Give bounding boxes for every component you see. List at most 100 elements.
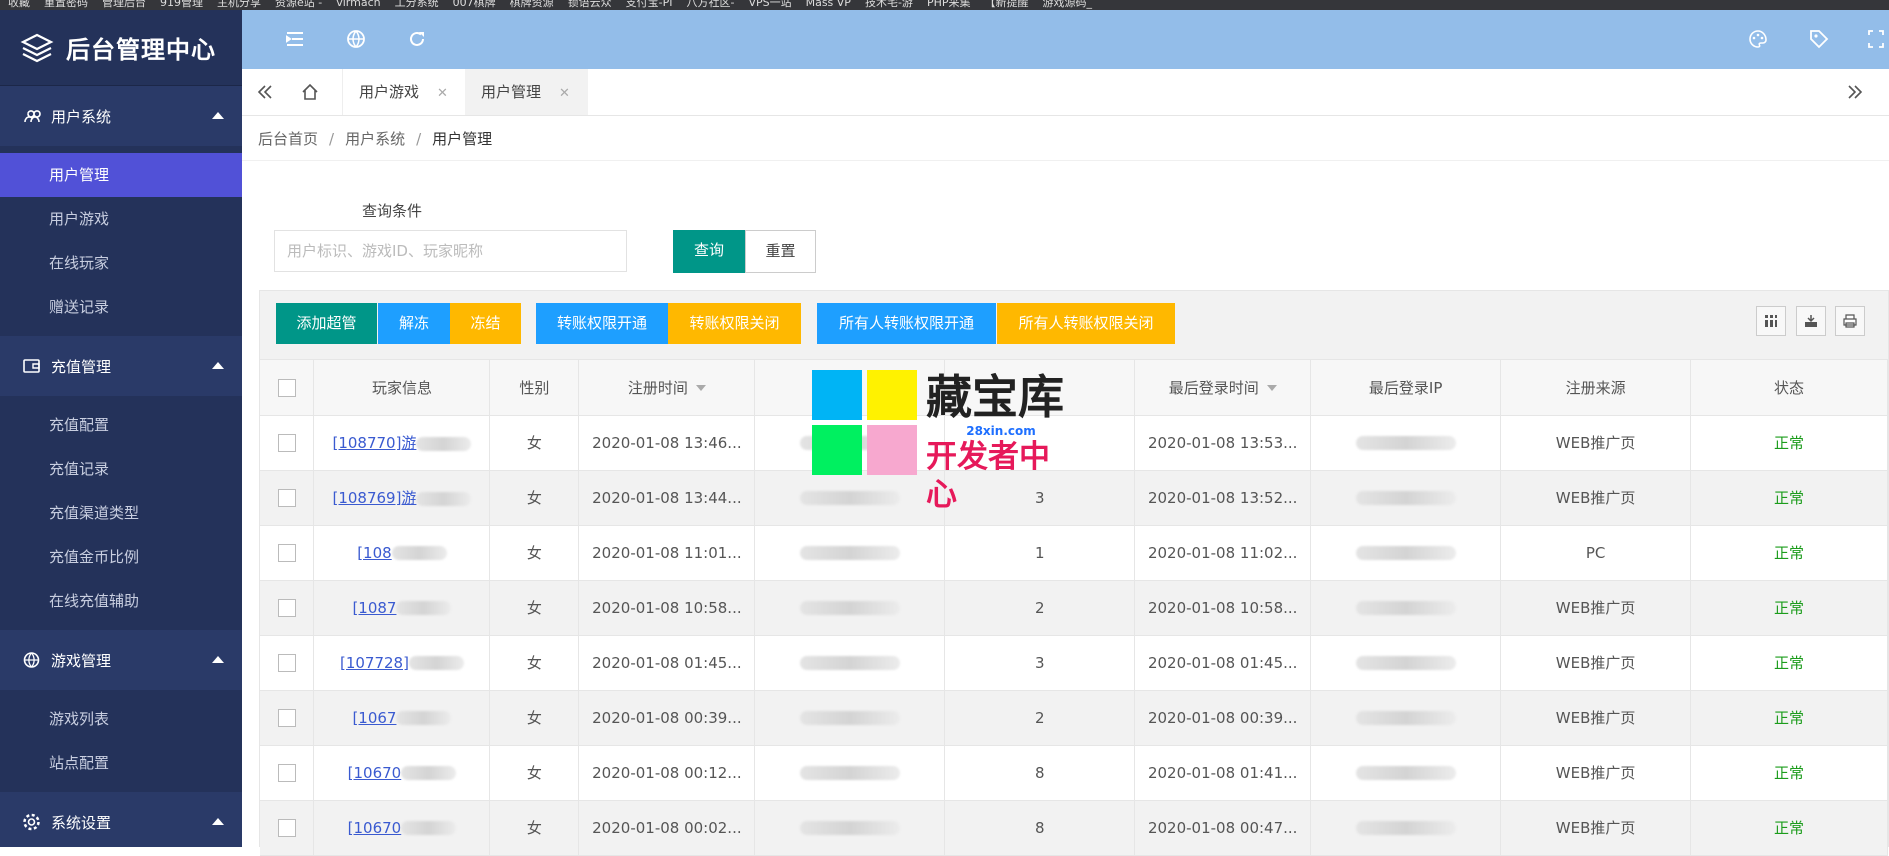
- close-icon[interactable]: ✕: [437, 86, 448, 101]
- sidebar-item[interactable]: 充值金币比例: [0, 535, 242, 579]
- menu-fold-icon[interactable]: [284, 28, 306, 50]
- table-row[interactable]: [108 女 2020-01-08 11:01... 1 2020-01-08 11:0…: [260, 525, 1888, 581]
- fullscreen-icon[interactable]: [1867, 28, 1885, 50]
- sort-icon[interactable]: [695, 385, 706, 392]
- bookmark-item[interactable]: Mass VP: [806, 0, 851, 10]
- bookmark-item[interactable]: 锁语云众: [568, 0, 612, 10]
- table-row[interactable]: [107728] 女 2020-01-08 01:45... 3 2020-01-08 …: [260, 635, 1888, 691]
- all-transfer-disable-button[interactable]: 所有人转账权限关闭: [997, 303, 1175, 344]
- tab-user-management[interactable]: 用户管理 ✕: [465, 69, 588, 115]
- bookmark-item[interactable]: 支付宝-PI: [626, 0, 673, 10]
- bookmark-item[interactable]: 技术宅-游: [865, 0, 913, 10]
- bookmark-item[interactable]: 919管理: [160, 0, 203, 10]
- player-cell[interactable]: [1067: [313, 690, 491, 746]
- sidebar-item[interactable]: 用户游戏: [0, 197, 242, 241]
- row-checkbox[interactable]: [277, 543, 296, 562]
- row-checkbox[interactable]: [277, 818, 296, 837]
- sidebar-item[interactable]: 站点配置: [0, 741, 242, 785]
- row-select-cell[interactable]: [260, 415, 315, 471]
- player-cell[interactable]: [108769]游: [313, 470, 491, 526]
- sidebar-group[interactable]: 游戏管理: [0, 630, 242, 690]
- export-icon[interactable]: [1796, 306, 1826, 336]
- bookmark-item[interactable]: virmach: [336, 0, 380, 10]
- row-select-cell[interactable]: [260, 745, 315, 801]
- columns-icon[interactable]: [1756, 306, 1786, 336]
- add-super-admin-button[interactable]: 添加超管: [276, 303, 377, 344]
- refresh-icon[interactable]: [406, 28, 428, 50]
- player-cell[interactable]: [108770]游: [313, 415, 491, 471]
- sidebar-item[interactable]: 充值渠道类型: [0, 491, 242, 535]
- sidebar-item[interactable]: 游戏列表: [0, 697, 242, 741]
- player-link[interactable]: [1087: [352, 599, 396, 617]
- player-link[interactable]: [10670: [348, 819, 402, 837]
- player-cell[interactable]: [10670: [313, 745, 491, 801]
- row-select-cell[interactable]: [260, 580, 315, 636]
- sidebar-item[interactable]: 在线玩家: [0, 241, 242, 285]
- sidebar-item[interactable]: 赠送记录: [0, 285, 242, 329]
- player-cell[interactable]: [1087: [313, 580, 491, 636]
- bookmark-item[interactable]: 游戏源码_: [1042, 0, 1092, 10]
- sidebar-group[interactable]: 用户系统: [0, 86, 242, 146]
- bookmark-item[interactable]: 007棋牌: [453, 0, 496, 10]
- row-checkbox[interactable]: [277, 433, 296, 452]
- table-row[interactable]: [1087 女 2020-01-08 10:58... 2 2020-01-08 10:…: [260, 580, 1888, 636]
- col-reg-time[interactable]: 注册时间: [578, 360, 756, 416]
- player-link[interactable]: [10670: [348, 764, 402, 782]
- table-row[interactable]: [10670 女 2020-01-08 00:12... 8 2020-01-08 01…: [260, 745, 1888, 801]
- player-link[interactable]: [107728]: [340, 654, 409, 672]
- select-all-cell[interactable]: [260, 360, 315, 416]
- player-link[interactable]: [108770]游: [332, 434, 416, 452]
- palette-icon[interactable]: [1747, 28, 1769, 50]
- breadcrumb-home[interactable]: 后台首页: [258, 130, 318, 148]
- transfer-disable-button[interactable]: 转账权限关闭: [668, 303, 801, 344]
- reset-button[interactable]: 重置: [745, 230, 816, 273]
- tabs-right-icon[interactable]: [1846, 83, 1864, 101]
- sidebar-logo[interactable]: 后台管理中心: [0, 10, 242, 86]
- player-cell[interactable]: [107728]: [313, 635, 491, 691]
- search-button[interactable]: 查询: [673, 230, 745, 273]
- player-link[interactable]: [108: [357, 544, 391, 562]
- search-input[interactable]: 用户标识、游戏ID、玩家昵称: [274, 230, 627, 272]
- player-link[interactable]: [108769]游: [332, 489, 416, 507]
- sidebar-item[interactable]: 充值配置: [0, 403, 242, 447]
- transfer-enable-button[interactable]: 转账权限开通: [536, 303, 668, 344]
- player-link[interactable]: [1067: [352, 709, 396, 727]
- sidebar-item[interactable]: 充值记录: [0, 447, 242, 491]
- home-icon[interactable]: [300, 82, 320, 102]
- bookmark-item[interactable]: 【新提醒: [984, 0, 1028, 10]
- row-checkbox[interactable]: [277, 488, 296, 507]
- sidebar-group[interactable]: 系统设置: [0, 792, 242, 847]
- bookmark-item[interactable]: 资源e站 -: [275, 0, 322, 10]
- bookmark-item[interactable]: 主机分享: [217, 0, 261, 10]
- sidebar-item[interactable]: 在线充值辅助: [0, 579, 242, 623]
- row-select-cell[interactable]: [260, 690, 315, 746]
- bookmark-item[interactable]: 管理后台: [102, 0, 146, 10]
- row-checkbox[interactable]: [277, 598, 296, 617]
- row-checkbox[interactable]: [277, 653, 296, 672]
- close-icon[interactable]: ✕: [559, 86, 570, 101]
- row-select-cell[interactable]: [260, 635, 315, 691]
- globe-icon[interactable]: [345, 28, 367, 50]
- row-checkbox[interactable]: [277, 708, 296, 727]
- bookmark-item[interactable]: 棋牌资源: [510, 0, 554, 10]
- bookmark-item[interactable]: VPS一站: [748, 0, 791, 10]
- row-checkbox[interactable]: [277, 763, 296, 782]
- unfreeze-button[interactable]: 解冻: [378, 303, 450, 344]
- all-transfer-enable-button[interactable]: 所有人转账权限开通: [817, 303, 996, 344]
- col-last-login[interactable]: 最后登录时间: [1134, 360, 1312, 416]
- select-all-checkbox[interactable]: [277, 378, 296, 397]
- bookmark-item[interactable]: 工分系统: [395, 0, 439, 10]
- sidebar-item[interactable]: 用户管理: [0, 153, 242, 197]
- row-select-cell[interactable]: [260, 525, 315, 581]
- print-icon[interactable]: [1835, 306, 1865, 336]
- row-select-cell[interactable]: [260, 470, 315, 526]
- bookmark-item[interactable]: 收藏: [8, 0, 30, 10]
- freeze-button[interactable]: 冻结: [450, 303, 521, 344]
- player-cell[interactable]: [108: [313, 525, 491, 581]
- sort-icon[interactable]: [1266, 385, 1277, 392]
- bookmark-item[interactable]: PHP采集: [927, 0, 971, 10]
- bookmark-item[interactable]: 八方社区-: [686, 0, 734, 10]
- tab-user-games[interactable]: 用户游戏 ✕: [342, 69, 464, 115]
- bookmark-item[interactable]: 重置密码: [44, 0, 88, 10]
- tag-icon[interactable]: [1808, 28, 1830, 50]
